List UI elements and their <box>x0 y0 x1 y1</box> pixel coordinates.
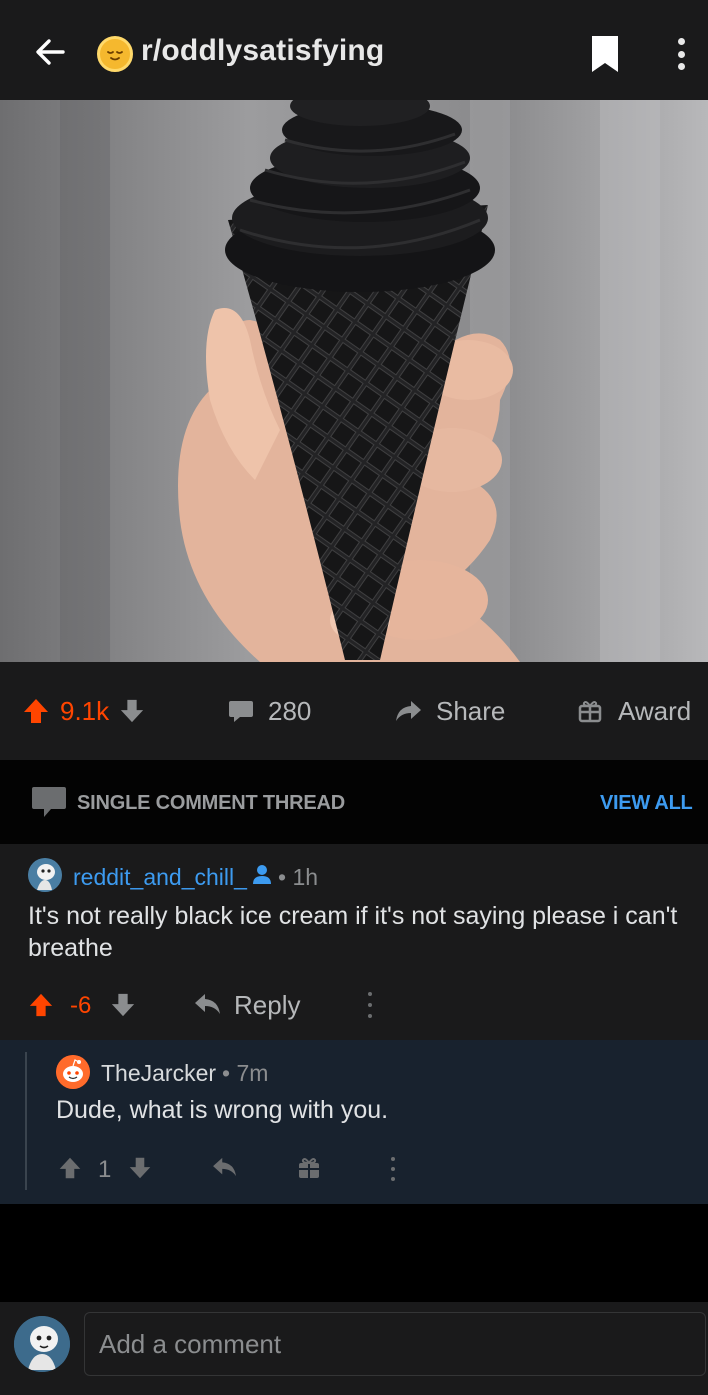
user-icon <box>253 865 271 884</box>
dot <box>677 63 685 70</box>
more-options-button[interactable] <box>664 34 698 74</box>
comment-bubble-icon <box>229 701 253 722</box>
comment-body: Dude, what is wrong with you. <box>56 1096 389 1124</box>
user-avatar-icon <box>28 858 62 892</box>
subreddit-icon[interactable] <box>97 36 133 72</box>
dot <box>368 1003 372 1007</box>
comment-author[interactable]: TheJarcker <box>101 1060 216 1087</box>
comment-body: It's not really black ice cream if it's … <box>28 902 678 962</box>
dot <box>368 1014 372 1018</box>
dot <box>391 1177 395 1181</box>
reply-button[interactable]: Reply <box>234 990 300 1021</box>
post-score: 9.1k <box>60 695 110 726</box>
share-label: Share <box>436 695 506 726</box>
comment-timestamp: • 7m <box>222 1060 269 1086</box>
upvote-icon[interactable] <box>22 697 50 725</box>
downvote-icon[interactable] <box>119 698 145 724</box>
comment-more-button[interactable] <box>389 1157 397 1181</box>
avatar[interactable] <box>28 858 62 892</box>
dot <box>677 38 685 45</box>
comment-score: -6 <box>70 992 92 1019</box>
thread-label: SINGLE COMMENT THREAD <box>77 792 346 814</box>
award-button[interactable]: Award <box>578 662 691 760</box>
comment-more-button[interactable] <box>366 992 374 1018</box>
comment-score: 1 <box>98 1156 112 1183</box>
comment-bubble-icon <box>32 787 66 817</box>
reply-icon[interactable] <box>212 1156 238 1178</box>
upvote-icon[interactable] <box>58 1156 82 1180</box>
upvote-icon[interactable] <box>28 992 54 1018</box>
gift-icon <box>578 701 602 723</box>
relieved-face-icon <box>107 51 123 61</box>
thread-line[interactable] <box>25 1052 27 1190</box>
dot <box>391 1157 395 1161</box>
dot <box>677 50 685 58</box>
save-button[interactable] <box>588 34 622 74</box>
award-label: Award <box>618 695 692 726</box>
view-all-button[interactable]: VIEW ALL <box>600 792 693 815</box>
post-action-bar: 9.1k 280 Share Award <box>0 662 708 760</box>
share-button[interactable]: Share <box>394 662 505 760</box>
share-arrow-icon <box>396 701 421 721</box>
reply-icon[interactable] <box>194 992 222 1016</box>
snoo-avatar-icon <box>56 1055 90 1089</box>
post-vote-group: 9.1k <box>22 662 145 760</box>
downvote-icon[interactable] <box>128 1156 152 1180</box>
subreddit-name[interactable]: r/oddlysatisfying <box>141 34 384 68</box>
comments-count: 280 <box>268 695 312 726</box>
comment-timestamp: • 1h <box>278 864 319 890</box>
comment-input[interactable] <box>84 1312 706 1376</box>
comment-author[interactable]: reddit_and_chill_ <box>73 864 247 891</box>
avatar[interactable] <box>14 1316 70 1372</box>
dot <box>391 1167 395 1171</box>
downvote-icon[interactable] <box>110 992 136 1018</box>
back-arrow-icon <box>36 39 65 65</box>
comments-button[interactable]: 280 <box>228 662 311 760</box>
dot <box>368 992 372 996</box>
bookmark-icon <box>592 36 618 72</box>
comment-actions: -6 Reply <box>28 986 688 1026</box>
post-image[interactable] <box>0 100 708 662</box>
avatar[interactable] <box>56 1055 90 1089</box>
back-button[interactable] <box>28 30 72 74</box>
ice-cream-cone-image <box>0 100 708 662</box>
gift-icon[interactable] <box>297 1156 321 1180</box>
user-avatar-icon <box>14 1316 70 1372</box>
